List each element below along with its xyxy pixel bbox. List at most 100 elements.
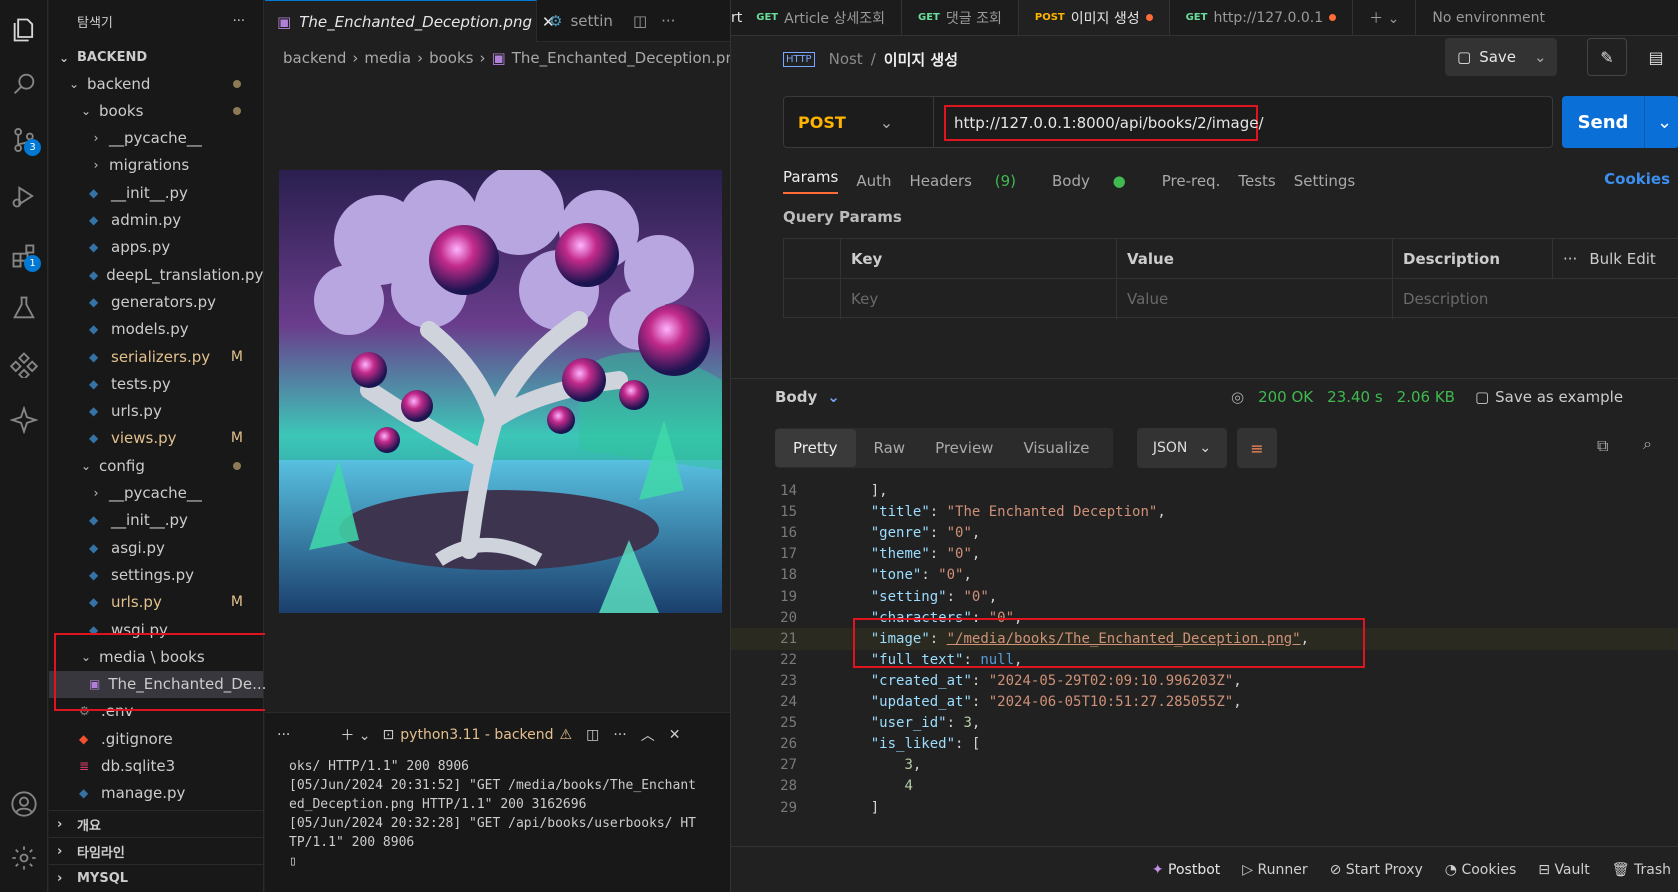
folder-item[interactable]: ⌄ books	[49, 97, 263, 124]
settings-gear-icon[interactable]	[0, 834, 48, 882]
explorer-files-icon[interactable]	[0, 6, 48, 54]
tab-raw[interactable]: Raw	[874, 439, 906, 457]
folder-item[interactable]: › migrations	[49, 152, 263, 179]
more-actions-icon[interactable]: ···	[277, 727, 290, 743]
tab-visualize[interactable]: Visualize	[1023, 439, 1089, 457]
tab-tests[interactable]: Tests	[1238, 172, 1275, 190]
more-actions-icon[interactable]: ···	[613, 727, 626, 743]
environment-selector[interactable]: No environment	[1416, 0, 1561, 35]
file-item[interactable]: ◆ asgi.py	[49, 534, 263, 561]
file-item[interactable]: ⚙ .env	[49, 698, 263, 725]
run-debug-icon[interactable]	[0, 172, 48, 220]
key-input[interactable]: Key	[840, 279, 1116, 319]
file-item[interactable]: ◆ .gitignore	[49, 725, 263, 752]
maximize-panel-icon[interactable]: ︿	[641, 725, 655, 745]
source-control-icon[interactable]: 3	[0, 116, 48, 164]
save-as-example-button[interactable]: ▢ Save as example	[1475, 388, 1623, 406]
tab-pretty[interactable]: Pretty	[775, 429, 856, 467]
file-item[interactable]: ◆ settings.py	[49, 561, 263, 588]
file-item[interactable]: ◆ views.py M	[49, 425, 263, 452]
docs-icon[interactable]: ▤	[1641, 42, 1671, 72]
section-mysql[interactable]: › MYSQL	[49, 864, 263, 891]
search-icon[interactable]	[0, 60, 48, 108]
new-terminal-icon[interactable]: ＋ ⌄	[340, 725, 370, 745]
split-terminal-icon[interactable]: ◫	[586, 727, 599, 743]
terminal-output[interactable]: oks/ HTTP/1.1" 200 8906 [05/Jun/2024 20:3…	[265, 757, 730, 871]
terminal-label[interactable]: python3.11 - backend	[400, 727, 553, 743]
postbot-button[interactable]: ✦ Postbot	[1152, 862, 1220, 878]
section-outline[interactable]: › 개요	[49, 810, 263, 837]
cookies-button[interactable]: ◔ Cookies	[1445, 862, 1516, 878]
copilot-sparkle-icon[interactable]	[0, 396, 48, 444]
more-actions-icon[interactable]: ···	[661, 12, 675, 30]
more-actions-icon[interactable]: ···	[233, 14, 245, 29]
file-item[interactable]: ▣ The_Enchanted_De...	[49, 670, 266, 698]
format-select[interactable]: JSON ⌄	[1137, 428, 1227, 468]
tab-auth[interactable]: Auth	[856, 172, 891, 190]
send-button[interactable]: Send ⌄	[1562, 96, 1678, 148]
tab-comment-list[interactable]: GET 댓글 조회	[902, 0, 1019, 35]
response-size[interactable]: 2.06 KB	[1397, 388, 1455, 406]
response-time[interactable]: 23.40 s	[1327, 388, 1383, 406]
tab-prereq[interactable]: Pre-req.	[1162, 172, 1221, 190]
tab-body[interactable]: Body ●	[1052, 172, 1144, 190]
tab-settings[interactable]: ⚙ settin ◫ ···	[537, 0, 730, 42]
file-item[interactable]: ◆ deepL_translation.py	[49, 261, 263, 288]
response-body-label[interactable]: Body ⌄	[775, 388, 840, 406]
tab-partial[interactable]: rt GET Article 상세조회	[731, 0, 903, 35]
file-item[interactable]: ◆ urls.py M	[49, 589, 263, 616]
bulk-edit-button[interactable]: ··· Bulk Edit	[1552, 239, 1678, 279]
remote-explorer-icon[interactable]	[0, 340, 48, 388]
tab-params[interactable]: Params	[783, 168, 839, 194]
runner-button[interactable]: ▷ Runner	[1242, 862, 1307, 878]
edit-pencil-icon[interactable]: ✎	[1587, 38, 1627, 76]
status-code[interactable]: 200 OK	[1258, 388, 1313, 406]
explorer-root[interactable]: ⌄ BACKEND	[49, 44, 263, 71]
file-item[interactable]: ◆ admin.py	[49, 207, 263, 234]
tree-item-label: apps.py	[111, 238, 171, 257]
file-item[interactable]: ◆ manage.py	[49, 780, 263, 807]
save-button[interactable]: ▢ Save ⌄	[1445, 38, 1557, 76]
folder-item[interactable]: ⌄ config	[49, 452, 263, 479]
file-item[interactable]: ◆ generators.py	[49, 288, 263, 315]
description-input[interactable]: Description	[1392, 279, 1678, 319]
wrap-lines-icon[interactable]: ≡	[1237, 428, 1277, 468]
cookies-link[interactable]: Cookies	[1604, 170, 1670, 188]
value-input[interactable]: Value	[1116, 279, 1392, 319]
split-editor-icon[interactable]: ◫	[633, 12, 647, 30]
file-item[interactable]: ◆ tests.py	[49, 370, 263, 397]
tab-image-file[interactable]: ▣ The_Enchanted_Deception.png ✕	[265, 0, 555, 42]
close-panel-icon[interactable]: ✕	[669, 727, 681, 743]
folder-item[interactable]: ⌄ backend	[49, 70, 263, 97]
file-item[interactable]: ◆ wsgi.py	[49, 616, 263, 643]
account-icon[interactable]	[0, 780, 48, 828]
extensions-icon[interactable]: 1	[0, 232, 48, 280]
file-item[interactable]: ◆ models.py	[49, 316, 263, 343]
folder-item[interactable]: › __pycache__	[49, 125, 263, 152]
section-timeline[interactable]: › 타임라인	[49, 837, 263, 864]
copy-icon[interactable]: ⧉	[1597, 436, 1608, 456]
tab-image-create[interactable]: POST 이미지 생성	[1018, 0, 1170, 35]
url-input[interactable]: http://127.0.0.1:8000/api/books/2/image/	[944, 105, 1264, 141]
file-item[interactable]: ≣ db.sqlite3	[49, 753, 263, 780]
file-item[interactable]: ◆ urls.py	[49, 398, 263, 425]
tab-settings[interactable]: Settings	[1294, 172, 1356, 190]
search-icon[interactable]: ⌕	[1643, 434, 1652, 454]
file-item[interactable]: ◆ __init__.py	[49, 179, 263, 206]
file-item[interactable]: ◆ apps.py	[49, 234, 263, 261]
tab-headers[interactable]: Headers (9)	[910, 172, 1034, 190]
chevron-right-icon: ›	[93, 486, 99, 500]
start-proxy-button[interactable]: ⊘ Start Proxy	[1330, 862, 1423, 878]
folder-item[interactable]: ⌄ media \ books	[49, 643, 263, 670]
vault-button[interactable]: ⊟ Vault	[1538, 862, 1590, 878]
folder-item[interactable]: › __pycache__	[49, 480, 263, 507]
testing-flask-icon[interactable]	[0, 284, 48, 332]
trash-button[interactable]: 🗑 Trash	[1612, 862, 1671, 878]
method-select[interactable]: POST ⌄	[784, 97, 934, 147]
file-item[interactable]: ◆ serializers.py M	[49, 343, 263, 370]
tab-localhost[interactable]: GET http://127.0.0.1	[1170, 0, 1354, 35]
file-item[interactable]: ◆ __init__.py	[49, 507, 263, 534]
tree-item-label: manage.py	[101, 784, 186, 803]
tab-preview[interactable]: Preview	[935, 439, 993, 457]
new-tab-button[interactable]: ＋ ⌄	[1353, 0, 1417, 35]
